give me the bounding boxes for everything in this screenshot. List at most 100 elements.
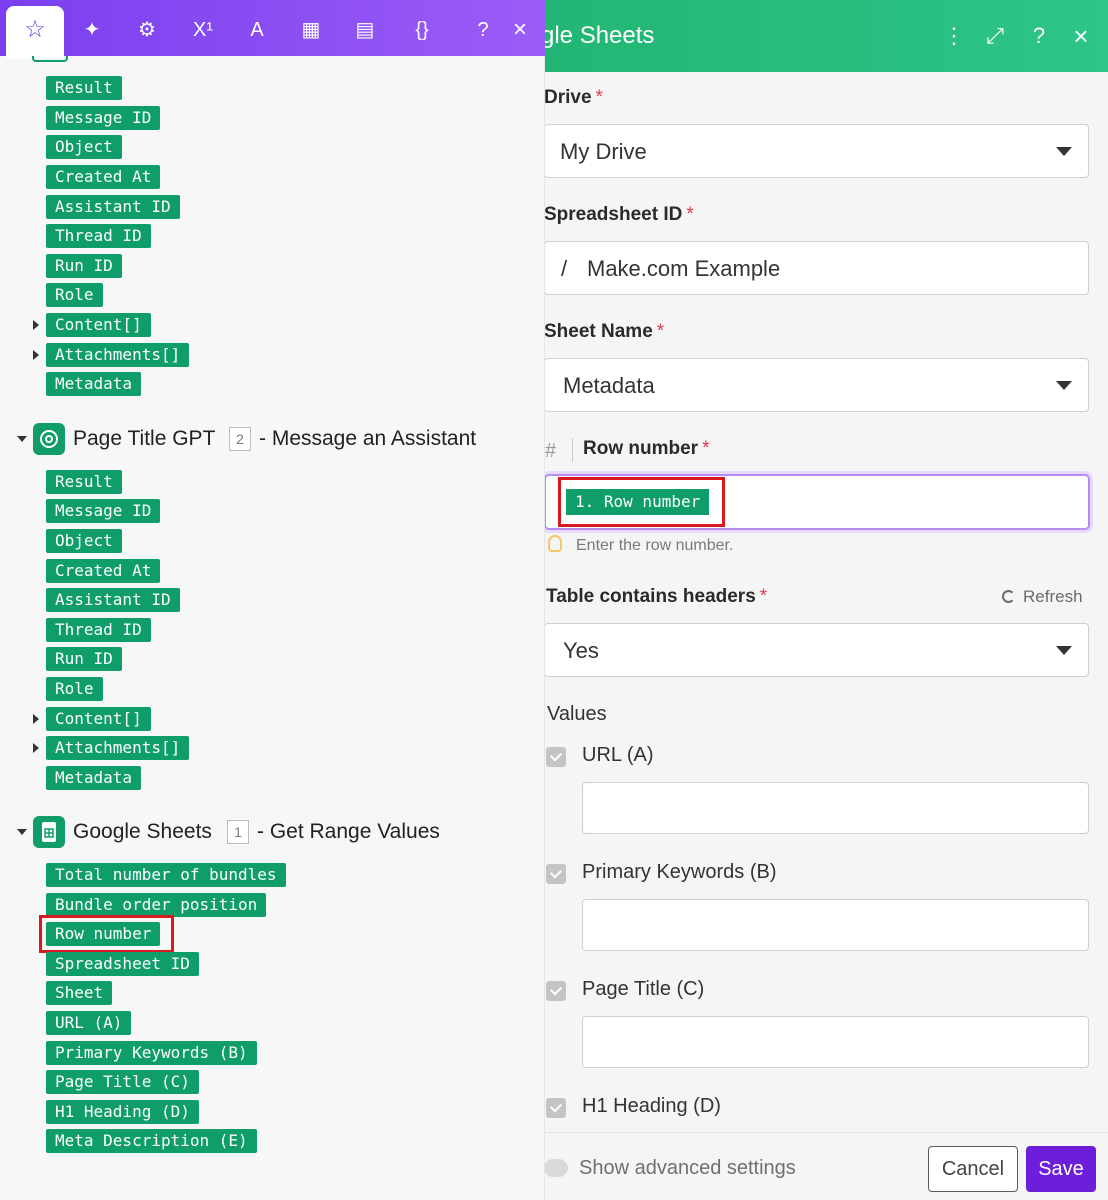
- sheet-name-label: Sheet Name *: [544, 321, 665, 342]
- google-sheets-module-panel: gle Sheets ⋮ ⤢ ? × Drive * My Drive Sprea…: [530, 0, 1108, 1200]
- openai-icon: [33, 423, 65, 455]
- chevron-down-icon: [1056, 381, 1072, 390]
- mapping-pill[interactable]: Created At: [46, 559, 161, 583]
- lightbulb-icon: [548, 535, 562, 552]
- mapping-pill[interactable]: Content[]: [46, 707, 151, 731]
- required-mark: *: [759, 586, 768, 607]
- spreadsheet-id-field[interactable]: / Make.com Example: [544, 241, 1089, 295]
- expand-caret-icon[interactable]: [33, 350, 39, 360]
- spreadsheet-id-value: Make.com Example: [587, 256, 781, 281]
- superscript-icon[interactable]: X¹: [183, 10, 223, 50]
- chevron-down-icon: [1056, 147, 1072, 156]
- value-checkbox[interactable]: [546, 747, 566, 767]
- text-icon[interactable]: A: [237, 10, 277, 50]
- mapping-pill[interactable]: Object: [46, 135, 122, 159]
- refresh-icon: [1002, 590, 1015, 603]
- mapping-pill[interactable]: Meta Description (E): [46, 1129, 257, 1153]
- collapse-caret-icon[interactable]: [17, 829, 27, 835]
- row-number-field[interactable]: 1. Row number: [544, 474, 1090, 530]
- refresh-button[interactable]: Refresh: [1002, 587, 1083, 609]
- number-type-icon: #: [545, 440, 557, 462]
- mapping-pill[interactable]: Assistant ID: [46, 588, 180, 612]
- drive-value: My Drive: [560, 139, 647, 164]
- value-checkbox[interactable]: [546, 1098, 566, 1118]
- value-label: Page Title (C): [582, 978, 705, 1000]
- drive-select[interactable]: My Drive: [544, 124, 1089, 178]
- mapping-pill[interactable]: Run ID: [46, 647, 122, 671]
- mapping-pill[interactable]: Run ID: [46, 254, 122, 278]
- calendar-icon[interactable]: ▦: [291, 10, 331, 50]
- type-divider: [572, 438, 573, 462]
- table-headers-select[interactable]: Yes: [544, 623, 1089, 677]
- mapping-pill[interactable]: Thread ID: [46, 618, 151, 642]
- required-mark: *: [656, 321, 665, 342]
- close-icon[interactable]: ×: [1067, 22, 1095, 50]
- mapping-pill[interactable]: URL (A): [46, 1011, 132, 1035]
- mapping-pill[interactable]: H1 Heading (D): [46, 1100, 199, 1124]
- mapping-pill[interactable]: Thread ID: [46, 224, 151, 248]
- refresh-label: Refresh: [1023, 587, 1083, 606]
- more-options-icon[interactable]: ⋮: [940, 22, 968, 50]
- advanced-settings-label: Show advanced settings: [579, 1157, 796, 1179]
- expand-caret-icon[interactable]: [33, 743, 39, 753]
- mapping-pill[interactable]: Content[]: [46, 313, 151, 337]
- value-input-primary-keywords[interactable]: [582, 899, 1089, 951]
- mapping-pill[interactable]: Page Title (C): [46, 1070, 199, 1094]
- mapping-pill[interactable]: Result: [46, 76, 122, 100]
- table-headers-value: Yes: [563, 638, 599, 663]
- spreadsheet-id-label: Spreadsheet ID *: [544, 204, 694, 225]
- cancel-button[interactable]: Cancel: [928, 1146, 1018, 1192]
- advanced-settings-toggle[interactable]: [544, 1159, 568, 1177]
- mapping-pill[interactable]: Message ID: [46, 106, 161, 130]
- mapping-pill[interactable]: Total number of bundles: [46, 863, 286, 887]
- value-label: H1 Heading (D): [582, 1095, 721, 1117]
- mapping-pill[interactable]: Role: [46, 677, 103, 701]
- mapping-pill[interactable]: Spreadsheet ID: [46, 952, 199, 976]
- slash-icon: /: [561, 256, 568, 281]
- value-checkbox[interactable]: [546, 981, 566, 1001]
- module-header: gle Sheets ⋮ ⤢ ? ×: [530, 0, 1108, 72]
- mapping-pill[interactable]: Metadata: [46, 372, 142, 396]
- section-title: Google Sheets: [73, 820, 212, 843]
- mapping-pill[interactable]: Metadata: [46, 766, 142, 790]
- braces-icon[interactable]: {}: [402, 10, 442, 50]
- sheets-glyph: [42, 822, 56, 842]
- help-icon[interactable]: ?: [1025, 22, 1053, 50]
- table-headers-label: Table contains headers *: [546, 586, 768, 607]
- value-input-page-title[interactable]: [582, 1016, 1089, 1068]
- openai-glyph: [40, 430, 58, 448]
- sheet-name-select[interactable]: Metadata: [544, 358, 1089, 412]
- value-checkbox[interactable]: [546, 864, 566, 884]
- value-input-url[interactable]: [582, 782, 1089, 834]
- required-mark: *: [686, 204, 694, 225]
- mapping-pill[interactable]: Primary Keywords (B): [46, 1041, 257, 1065]
- collapse-caret-icon[interactable]: [17, 436, 27, 442]
- mapping-pill[interactable]: Attachments[]: [46, 343, 190, 367]
- clipped-section-edge: [32, 56, 68, 62]
- close-icon[interactable]: ×: [500, 10, 540, 50]
- required-mark: *: [702, 438, 710, 459]
- mapping-pill[interactable]: Sheet: [46, 981, 113, 1005]
- module-title: gle Sheets: [541, 22, 655, 49]
- mapping-pill[interactable]: Assistant ID: [46, 195, 180, 219]
- table-icon[interactable]: ▤: [345, 10, 385, 50]
- mapping-pill[interactable]: Result: [46, 470, 122, 494]
- mapping-pill[interactable]: Message ID: [46, 499, 161, 523]
- expand-icon[interactable]: ⤢: [981, 22, 1009, 50]
- mapping-pill[interactable]: Role: [46, 283, 103, 307]
- mapping-toolbar: ☆ ✦ ⚙ X¹ A ▦ ▤ {} ? ×: [0, 0, 545, 58]
- mapping-pill[interactable]: Bundle order position: [46, 893, 267, 917]
- expand-caret-icon[interactable]: [33, 714, 39, 724]
- sparkle-icon[interactable]: ✦: [72, 10, 112, 50]
- star-icon[interactable]: ☆: [15, 10, 55, 50]
- mapping-pill[interactable]: Attachments[]: [46, 736, 190, 760]
- gear-icon[interactable]: ⚙: [127, 10, 167, 50]
- expand-caret-icon[interactable]: [33, 320, 39, 330]
- save-button[interactable]: Save: [1026, 1146, 1096, 1192]
- cancel-label: Cancel: [941, 1158, 1005, 1180]
- help-icon[interactable]: ?: [463, 10, 503, 50]
- mapping-pill[interactable]: Object: [46, 529, 122, 553]
- mapping-pill[interactable]: Created At: [46, 165, 161, 189]
- drive-label: Drive *: [544, 87, 603, 108]
- row-number-label: Row number *: [583, 438, 710, 459]
